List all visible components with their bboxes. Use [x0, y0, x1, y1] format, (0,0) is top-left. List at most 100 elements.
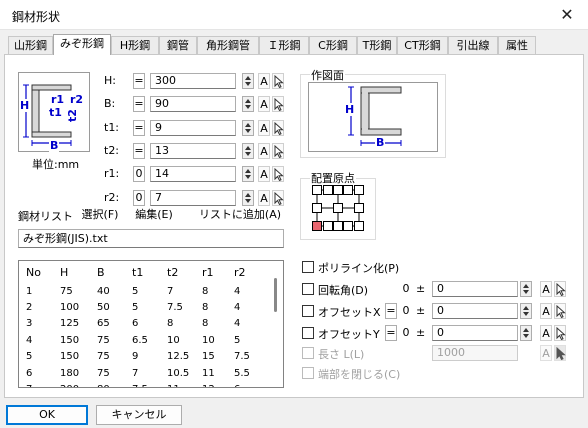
origin-middle-center[interactable] — [333, 203, 343, 213]
table-row[interactable]: 3 125 65 6 8 8 4 — [19, 316, 261, 332]
param-h-pick-button[interactable] — [272, 73, 284, 89]
table-row[interactable]: 2 100 50 5 7.5 8 4 — [19, 299, 261, 315]
offset-x-pick-button[interactable] — [554, 303, 566, 319]
param-b-input[interactable]: 90 — [150, 96, 236, 112]
param-t2-spinner[interactable] — [242, 143, 254, 159]
param-t2-eq[interactable]: = — [133, 143, 145, 159]
param-r1-a-button[interactable]: A — [258, 166, 270, 182]
length-a-button[interactable]: A — [540, 345, 552, 361]
param-r1-eq[interactable]: 0 — [133, 166, 145, 182]
column-header[interactable]: H — [53, 261, 90, 283]
origin-middle-right[interactable] — [354, 203, 364, 213]
offset-y-input[interactable]: 0 — [432, 325, 518, 341]
rotation-pick-button[interactable] — [554, 281, 566, 297]
param-h-eq[interactable]: = — [133, 73, 145, 89]
origin-middle-left[interactable] — [312, 203, 322, 213]
table-row[interactable]: 7200807.511126 — [19, 381, 261, 387]
offset-y-eq2[interactable]: 0 — [400, 325, 412, 341]
param-r2-input[interactable]: 7 — [150, 190, 236, 206]
offset-x-checkbox[interactable] — [302, 305, 314, 317]
param-t1-pick-button[interactable] — [272, 120, 284, 136]
rotation-spinner[interactable] — [520, 281, 532, 297]
table-row[interactable]: 4 150 75 6.5 10 10 5 — [19, 332, 261, 348]
param-r2-eq[interactable]: 0 — [133, 190, 145, 206]
polyline-checkbox[interactable] — [302, 261, 314, 273]
ok-button[interactable]: OK — [6, 405, 88, 425]
origin-bottom-left-selected[interactable] — [312, 221, 322, 231]
param-r1-spinner[interactable] — [242, 166, 254, 182]
offset-y-checkbox[interactable] — [302, 327, 314, 339]
steel-table[interactable]: No H Bt1 t2 r1 r2 1 75 40 5 7 8 4 2 100 50 5 7.5 8 4 3 125 65 6… — [18, 260, 284, 388]
cancel-button[interactable]: キャンセル — [96, 405, 182, 425]
param-t1-a-button[interactable]: A — [258, 120, 270, 136]
param-t2-a-button[interactable]: A — [258, 143, 270, 159]
param-r2-a-button[interactable]: A — [258, 190, 270, 206]
param-r2-pick-button[interactable] — [272, 190, 284, 206]
column-header[interactable]: No — [19, 261, 53, 283]
select-button[interactable]: 選択(F) — [78, 205, 122, 225]
column-header[interactable]: t2 — [160, 261, 195, 283]
param-r1-input[interactable]: 14 — [150, 166, 236, 182]
tab-angle[interactable]: 山形鋼 — [8, 36, 53, 54]
param-t2-pick-button[interactable] — [272, 143, 284, 159]
table-row[interactable]: 1 75 40 5 7 8 4 — [19, 283, 261, 299]
offset-x-eq[interactable]: = — [385, 303, 397, 319]
param-h-a-button[interactable]: A — [258, 73, 270, 89]
origin-bottom-center[interactable] — [333, 221, 343, 231]
tab-c-channel[interactable]: C形鋼 — [309, 36, 357, 54]
list-file-field[interactable]: みぞ形鋼(JIS).txt — [18, 229, 284, 248]
tab-i-beam[interactable]: Ｉ形鋼 — [259, 36, 309, 54]
offset-x-spinner[interactable] — [520, 303, 532, 319]
param-b-a-button[interactable]: A — [258, 96, 270, 112]
tab-channel[interactable]: みぞ形鋼 — [53, 34, 111, 55]
tab-pipe[interactable]: 鋼管 — [159, 36, 197, 54]
close-button[interactable]: ✕ — [555, 4, 579, 26]
tab-leader[interactable]: 引出線 — [448, 36, 498, 54]
add-to-list-button[interactable]: リストに追加(A) — [196, 205, 284, 225]
offset-y-eq[interactable]: = — [385, 325, 397, 341]
table-scrollbar-thumb[interactable] — [274, 278, 277, 312]
origin-top-center[interactable] — [333, 185, 343, 195]
offset-x-eq2[interactable]: 0 — [400, 303, 412, 319]
param-t1-spinner[interactable] — [242, 120, 254, 136]
tab-square-pipe[interactable]: 角形鋼管 — [197, 36, 259, 54]
param-r2-spinner[interactable] — [242, 190, 254, 206]
column-header[interactable]: r2 — [227, 261, 261, 283]
rotation-a-button[interactable]: A — [540, 281, 552, 297]
origin-top-left[interactable] — [312, 185, 322, 195]
origin-top-right-mid[interactable] — [343, 185, 353, 195]
length-input[interactable]: 1000 — [432, 345, 518, 361]
table-row[interactable]: 5 150 75 9 12.5 15 7.5 — [19, 349, 261, 365]
edit-button[interactable]: 編集(E) — [132, 205, 176, 225]
tab-h-beam[interactable]: H形鋼 — [111, 36, 159, 54]
origin-top-left-mid[interactable] — [323, 185, 333, 195]
origin-bottom-left-mid[interactable] — [323, 221, 333, 231]
length-checkbox[interactable] — [302, 347, 314, 359]
offset-x-input[interactable]: 0 — [432, 303, 518, 319]
origin-top-right[interactable] — [354, 185, 364, 195]
tab-attributes[interactable]: 属性 — [498, 36, 536, 54]
column-header[interactable]: r1 — [195, 261, 227, 283]
close-ends-checkbox[interactable] — [302, 367, 314, 379]
tab-t-beam[interactable]: T形鋼 — [357, 36, 397, 54]
param-t2-input[interactable]: 13 — [150, 143, 236, 159]
param-r1-pick-button[interactable] — [272, 166, 284, 182]
table-row[interactable]: 6 180 75 7 10.5 11 5.5 — [19, 365, 261, 381]
param-b-pick-button[interactable] — [272, 96, 284, 112]
offset-y-spinner[interactable] — [520, 325, 532, 341]
length-pick-button[interactable] — [554, 345, 566, 361]
param-h-spinner[interactable] — [242, 73, 254, 89]
tab-ct-beam[interactable]: CT形鋼 — [397, 36, 448, 54]
param-h-input[interactable]: 300 — [150, 73, 236, 89]
param-t1-input[interactable]: 9 — [150, 120, 236, 136]
origin-bottom-right-mid[interactable] — [343, 221, 353, 231]
rotation-input[interactable]: 0 — [432, 281, 518, 297]
param-t1-eq[interactable]: = — [133, 120, 145, 136]
param-b-spinner[interactable] — [242, 96, 254, 112]
column-header[interactable]: B — [90, 261, 125, 283]
offset-y-pick-button[interactable] — [554, 325, 566, 341]
offset-y-a-button[interactable]: A — [540, 325, 552, 341]
offset-x-a-button[interactable]: A — [540, 303, 552, 319]
column-header[interactable]: t1 — [125, 261, 160, 283]
rotation-eq[interactable]: 0 — [400, 281, 412, 297]
